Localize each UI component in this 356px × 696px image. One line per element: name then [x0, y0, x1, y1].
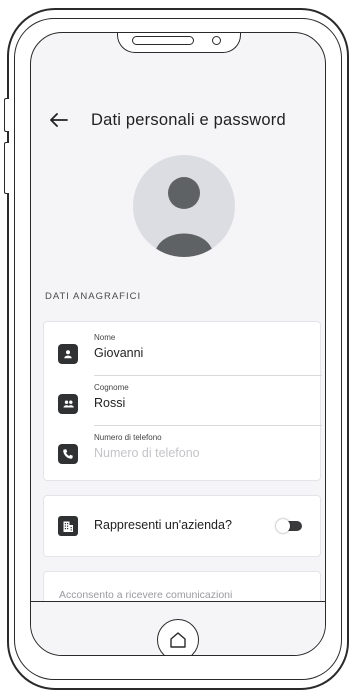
company-toggle-row[interactable]: Rappresenti un'azienda?	[44, 496, 322, 556]
last-name-label: Cognome	[94, 383, 129, 392]
contacts-icon	[58, 394, 78, 414]
back-button[interactable]	[47, 108, 71, 132]
last-name-field[interactable]: Cognome Rossi	[44, 376, 322, 426]
app-screen: Dati personali e password DATI ANAGRAFIC…	[30, 32, 326, 656]
phone-field[interactable]: Numero di telefono Numero di telefono	[44, 426, 322, 476]
side-button-bottom	[4, 142, 9, 194]
id-card-icon	[58, 344, 78, 364]
building-icon	[58, 516, 78, 536]
user-silhouette-icon	[154, 177, 214, 257]
first-name-field[interactable]: Nome Giovanni	[44, 326, 322, 376]
side-button-top	[4, 98, 9, 132]
app-header: Dati personali e password	[47, 103, 317, 137]
personal-data-card: Nome Giovanni Cognome Rossi Numero di te…	[43, 321, 322, 481]
phone-placeholder[interactable]: Numero di telefono	[94, 446, 200, 460]
home-button[interactable]	[157, 619, 199, 655]
last-name-value: Rossi	[94, 396, 126, 410]
consent-text: Acconsento a ricevere comunicazioni	[59, 589, 233, 601]
front-camera	[212, 36, 221, 45]
phone-icon	[58, 444, 78, 464]
company-toggle-switch[interactable]	[276, 519, 304, 533]
arrow-left-icon	[50, 113, 68, 127]
device-home-bar	[31, 601, 325, 655]
toggle-knob	[276, 519, 290, 533]
company-card: Rappresenti un'azienda?	[43, 495, 321, 557]
speaker-grille	[132, 36, 194, 45]
section-label: DATI ANAGRAFICI	[45, 291, 142, 302]
first-name-label: Nome	[94, 333, 116, 342]
company-question: Rappresenti un'azienda?	[94, 518, 232, 532]
first-name-value: Giovanni	[94, 346, 144, 360]
phone-label: Numero di telefono	[94, 433, 162, 442]
avatar[interactable]	[133, 155, 235, 257]
page-title: Dati personali e password	[91, 110, 286, 129]
home-outline-icon	[170, 632, 186, 648]
